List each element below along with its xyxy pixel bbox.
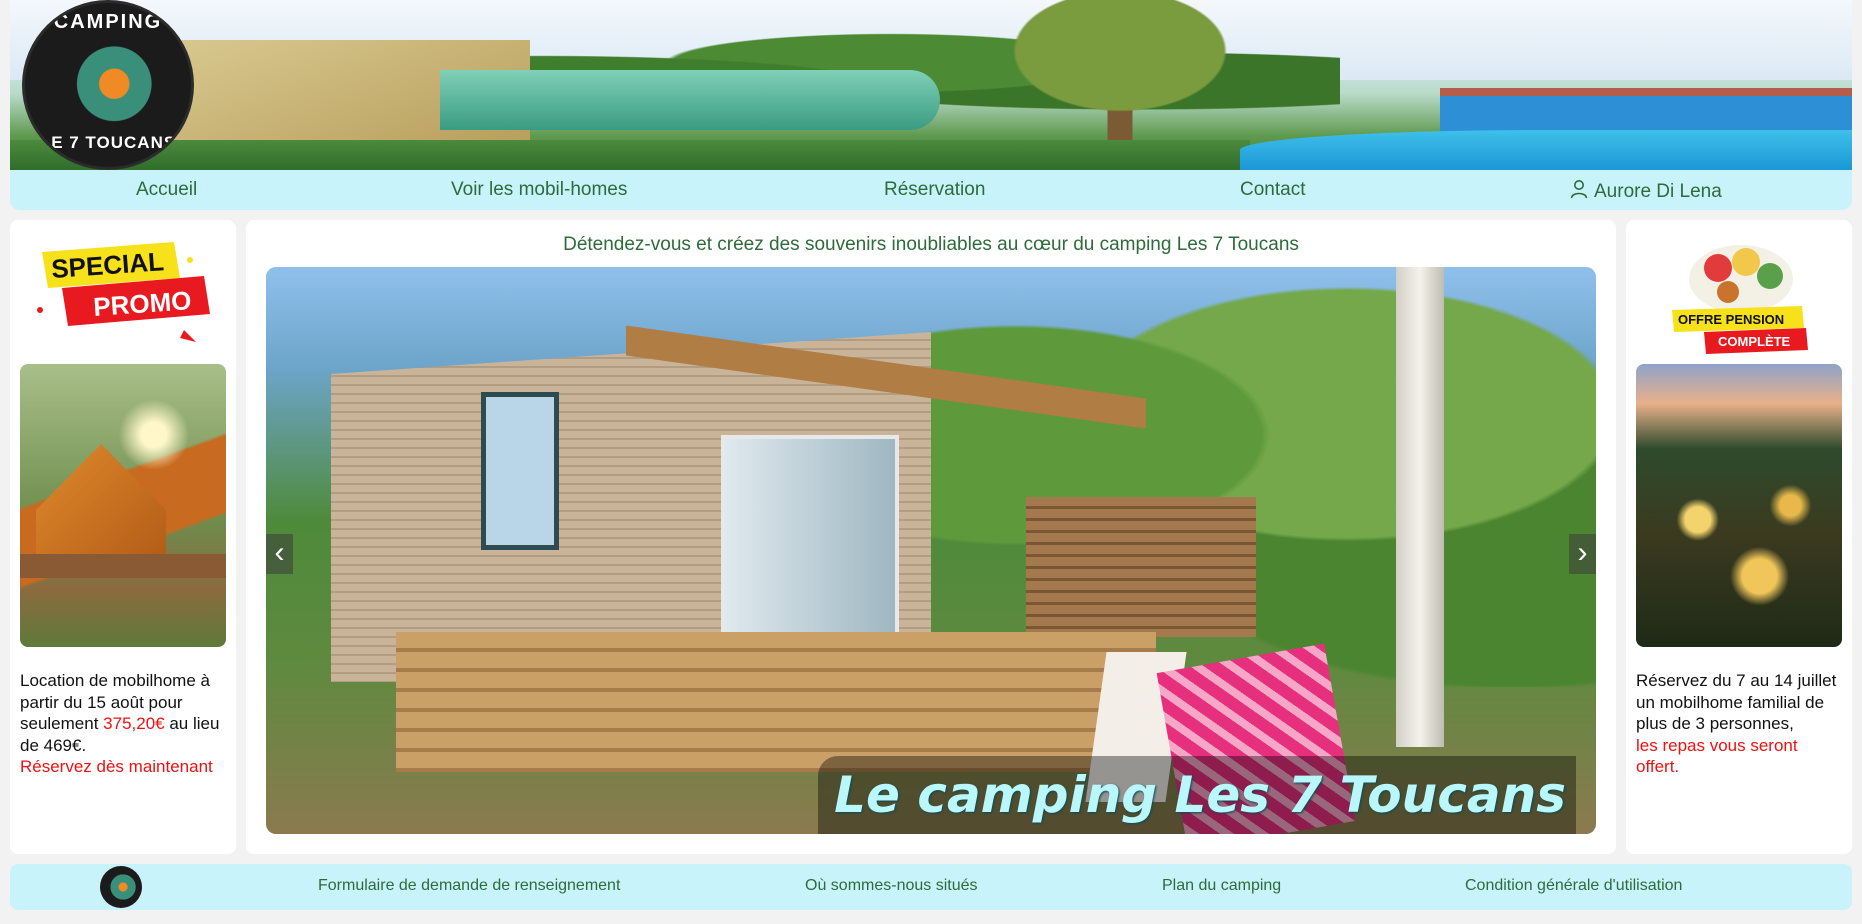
right-promo-panel: OFFRE PENSION COMPLÈTE Réservez du 7 au … [1626, 220, 1852, 854]
footer-link-terms[interactable]: Condition générale d'utilisation [1465, 877, 1682, 895]
carousel-caption: Le camping Les 7 Toucans [818, 756, 1576, 834]
pension-badge-line2: COMPLÈTE [1718, 334, 1791, 349]
main-nav: Accueil Voir les mobil-homes Réservation… [10, 170, 1852, 210]
footer-link-location[interactable]: Où sommes-nous situés [805, 877, 978, 895]
carousel-prev-button[interactable]: ‹ [266, 534, 293, 574]
footer-logo[interactable] [100, 866, 142, 908]
nav-user-account[interactable]: Aurore Di Lena [1570, 179, 1722, 203]
tent-photo[interactable] [20, 364, 226, 647]
user-icon [1570, 180, 1588, 199]
header-banner-image [10, 0, 1852, 170]
toucan-icon [51, 41, 166, 136]
carousel-next-button[interactable]: › [1569, 534, 1596, 574]
user-name: Aurore Di Lena [1594, 181, 1722, 202]
left-promo-price: 375,20€ [103, 714, 165, 733]
logo-text-bottom: LE 7 TOUCANS [39, 133, 177, 152]
image-carousel[interactable]: Le camping Les 7 Toucans ‹ › [266, 267, 1596, 834]
site-footer: Formulaire de demande de renseignement O… [10, 864, 1852, 910]
special-promo-badge: SPECIAL PROMO [37, 242, 210, 342]
right-promo-text: Réservez du 7 au 14 juillet un mobilhome… [1636, 670, 1842, 778]
right-promo-cta[interactable]: les repas vous seront offert. [1636, 736, 1798, 777]
site-logo[interactable]: CAMPING LE 7 TOUCANS [22, 0, 194, 170]
full-board-offer-badge: OFFRE PENSION COMPLÈTE [1672, 245, 1808, 354]
left-promo-text: Location de mobilhome à partir du 15 aoû… [20, 670, 226, 778]
nav-contact[interactable]: Contact [1240, 179, 1305, 201]
pension-badge-line1: OFFRE PENSION [1678, 312, 1784, 327]
page-title: Détendez-vous et créez des souvenirs ino… [563, 234, 1299, 255]
nav-mobil-homes[interactable]: Voir les mobil-homes [451, 179, 627, 201]
footer-link-info-request[interactable]: Formulaire de demande de renseignement [318, 877, 620, 895]
left-promo-cta[interactable]: Réservez dès maintenant [20, 757, 213, 776]
nav-reservation[interactable]: Réservation [884, 179, 985, 201]
logo-text-top: CAMPING [53, 11, 163, 33]
camping-night-photo[interactable] [1636, 364, 1842, 647]
left-promo-panel: SPECIAL PROMO Location de mobilhome à pa… [10, 220, 236, 854]
site-header: CAMPING LE 7 TOUCANS Accueil Voir les mo… [10, 0, 1852, 210]
nav-accueil[interactable]: Accueil [136, 179, 197, 201]
right-promo-text-1: Réservez du 7 au 14 juillet un mobilhome… [1636, 671, 1837, 733]
main-content: Détendez-vous et créez des souvenirs ino… [246, 220, 1616, 854]
footer-link-campsite-map[interactable]: Plan du camping [1162, 877, 1281, 895]
